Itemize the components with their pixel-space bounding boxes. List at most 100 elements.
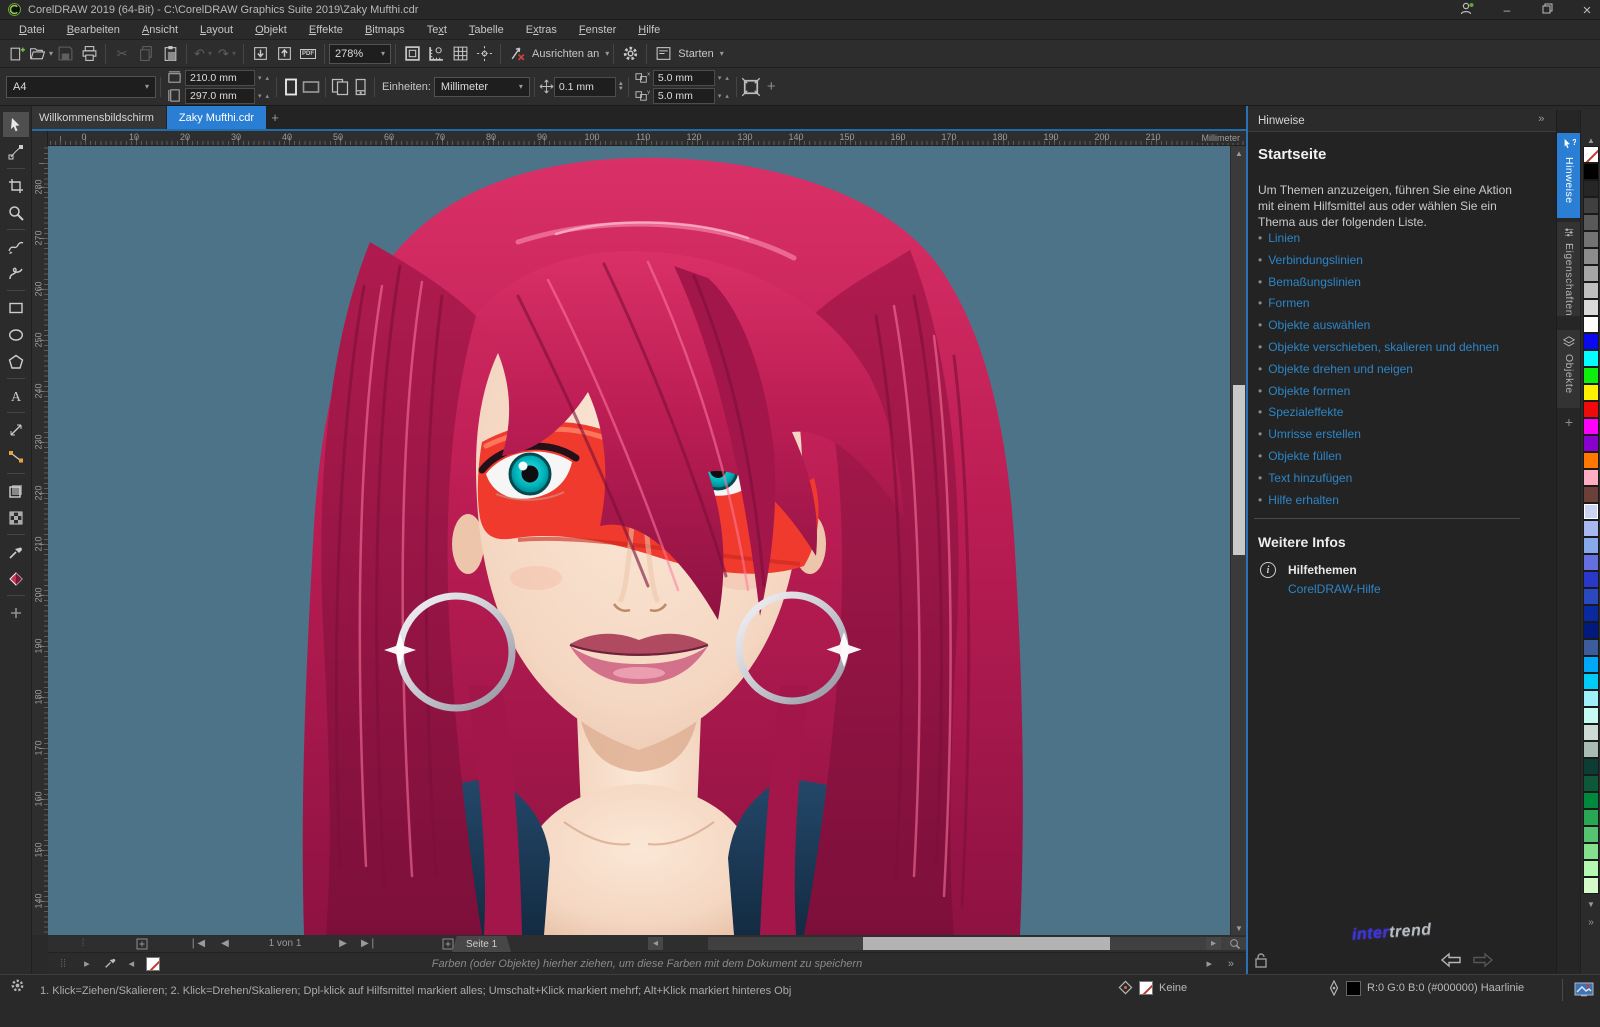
copy-icon[interactable] <box>134 42 158 66</box>
docker-tab-eigenschaften[interactable]: Eigenschaften <box>1557 222 1581 316</box>
hint-link[interactable]: •Objekte formen <box>1258 381 1499 403</box>
tool-interactive-fill-icon[interactable] <box>3 566 29 591</box>
first-page-icon[interactable]: ❘◀ <box>188 935 206 952</box>
scroll-down-icon[interactable]: ▼ <box>1231 921 1247 935</box>
menu-objekt[interactable]: Objekt <box>244 22 298 38</box>
add-page-start-button[interactable] <box>134 935 150 952</box>
menu-tabelle[interactable]: Tabelle <box>458 22 515 38</box>
page-tab[interactable]: Seite 1 <box>452 936 511 952</box>
portrait-button[interactable] <box>281 75 301 99</box>
palette-next-icon[interactable]: ▸ <box>1206 957 1212 970</box>
dynamic-guides-icon[interactable] <box>472 42 496 66</box>
publish-pdf-button[interactable]: PDF <box>296 42 320 66</box>
hint-link[interactable]: •Bemaßungslinien <box>1258 272 1499 294</box>
restore-button[interactable] <box>1538 3 1556 17</box>
tool-pick-icon[interactable] <box>3 112 29 137</box>
palette-color-swatch[interactable] <box>1583 452 1599 469</box>
menu-extras[interactable]: Extras <box>515 22 568 38</box>
menu-text[interactable]: Text <box>416 22 458 38</box>
tool-shape-icon[interactable] <box>3 139 29 164</box>
palette-color-swatch[interactable] <box>1583 350 1599 367</box>
palette-color-swatch[interactable] <box>1583 639 1599 656</box>
menu-layout[interactable]: Layout <box>189 22 244 38</box>
hint-link[interactable]: •Formen <box>1258 293 1499 315</box>
lock-icon[interactable] <box>1254 952 1268 971</box>
zoom-level-select[interactable]: 278%▾ <box>329 44 391 64</box>
all-pages-icon[interactable] <box>330 75 350 99</box>
menu-bitmaps[interactable]: Bitmaps <box>354 22 416 38</box>
hint-link[interactable]: •Text hinzufügen <box>1258 468 1499 490</box>
palette-color-swatch[interactable] <box>1583 265 1599 282</box>
paste-icon[interactable] <box>158 42 182 66</box>
scroll-up-icon[interactable]: ▲ <box>1231 146 1247 160</box>
hint-link[interactable]: •Objekte verschieben, skalieren und dehn… <box>1258 337 1499 359</box>
menu-fenster[interactable]: Fenster <box>568 22 627 38</box>
hint-link[interactable]: •Objekte drehen und neigen <box>1258 359 1499 381</box>
nudge-stepper[interactable]: ▲▼ <box>618 82 624 92</box>
customize-plus-button[interactable]: + <box>761 78 782 95</box>
horizontal-ruler[interactable]: Millimeter 01020304050607080901001101201… <box>48 131 1246 146</box>
palette-color-swatch[interactable] <box>1583 860 1599 877</box>
palette-color-swatch[interactable] <box>1583 503 1599 520</box>
palette-color-swatch[interactable] <box>1583 401 1599 418</box>
page-height-stepper[interactable]: ▾ ▴ <box>258 92 270 100</box>
new-document-button[interactable] <box>5 42 29 66</box>
new-tab-button[interactable]: + <box>266 106 284 129</box>
palette-color-swatch[interactable] <box>1583 656 1599 673</box>
page-width-stepper[interactable]: ▾ ▴ <box>258 74 270 82</box>
horizontal-scrollbar[interactable] <box>708 937 1254 950</box>
menu-bearbeiten[interactable]: Bearbeiten <box>56 22 131 38</box>
minimize-button[interactable]: – <box>1498 3 1516 17</box>
cut-icon[interactable]: ✂ <box>110 42 134 66</box>
undo-button[interactable]: ↶▾ <box>191 42 215 66</box>
hint-link[interactable]: •Linien <box>1258 228 1499 250</box>
palette-color-swatch[interactable] <box>1583 707 1599 724</box>
palette-color-swatch[interactable] <box>1583 214 1599 231</box>
palette-color-swatch[interactable] <box>1583 486 1599 503</box>
tab-document[interactable]: Zaky Mufthi.cdr <box>167 106 266 129</box>
account-icon[interactable] <box>1458 2 1476 18</box>
palette-color-swatch[interactable] <box>1583 690 1599 707</box>
tool-zoom-icon[interactable] <box>3 200 29 225</box>
palette-color-swatch[interactable] <box>1583 367 1599 384</box>
palette-color-swatch[interactable] <box>1583 809 1599 826</box>
duplicate-y-field[interactable]: 5.0 mm <box>653 88 715 104</box>
palette-color-swatch[interactable] <box>1583 435 1599 452</box>
palette-color-swatch[interactable] <box>1583 231 1599 248</box>
menu-datei[interactable]: Datei <box>8 22 56 38</box>
palette-color-swatch[interactable] <box>1583 741 1599 758</box>
palette-expand-icon[interactable]: » <box>1228 958 1234 970</box>
page-height-field[interactable]: 297.0 mm <box>185 88 255 104</box>
hint-link[interactable]: •Umrisse erstellen <box>1258 424 1499 446</box>
tool-connector-icon[interactable] <box>3 444 29 469</box>
tool-rectangle-icon[interactable] <box>3 295 29 320</box>
drag-handle[interactable]: ⁞ <box>78 935 88 952</box>
ruler-origin[interactable] <box>32 131 48 146</box>
snap-to-dropdown[interactable]: Ausrichten an▾ <box>529 42 609 66</box>
landscape-button[interactable] <box>301 75 321 99</box>
docker-splitter[interactable] <box>1246 106 1248 974</box>
units-select[interactable]: Millimeter▾ <box>434 77 530 97</box>
duplicate-x-stepper[interactable]: ▾ ▴ <box>718 74 730 82</box>
palette-scroll-down-icon[interactable]: ▼ <box>1581 898 1600 910</box>
show-grid-icon[interactable] <box>448 42 472 66</box>
treat-as-filled-icon[interactable] <box>741 75 761 99</box>
docker-collapse-icon[interactable]: » <box>1538 113 1544 128</box>
palette-color-swatch[interactable] <box>1583 605 1599 622</box>
palette-color-swatch[interactable] <box>1583 180 1599 197</box>
hint-link[interactable]: •Objekte auswählen <box>1258 315 1499 337</box>
hscroll-left-icon[interactable]: ◂ <box>648 937 663 950</box>
palette-color-swatch[interactable] <box>1583 843 1599 860</box>
nudge-field[interactable]: 0.1 mm <box>554 77 616 97</box>
menu-effekte[interactable]: Effekte <box>298 22 354 38</box>
hints-back-icon[interactable] <box>1440 952 1462 971</box>
palette-color-swatch[interactable] <box>1583 826 1599 843</box>
show-rulers-icon[interactable] <box>424 42 448 66</box>
palette-color-swatch[interactable] <box>1583 758 1599 775</box>
palette-color-swatch[interactable] <box>1583 775 1599 792</box>
palette-color-swatch[interactable] <box>1583 877 1599 894</box>
welcome-screen-icon[interactable] <box>651 42 675 66</box>
palette-color-swatch[interactable] <box>1583 554 1599 571</box>
tab-welcome[interactable]: Willkommensbildschirm <box>27 106 166 129</box>
hint-link[interactable]: •Verbindungslinien <box>1258 250 1499 272</box>
